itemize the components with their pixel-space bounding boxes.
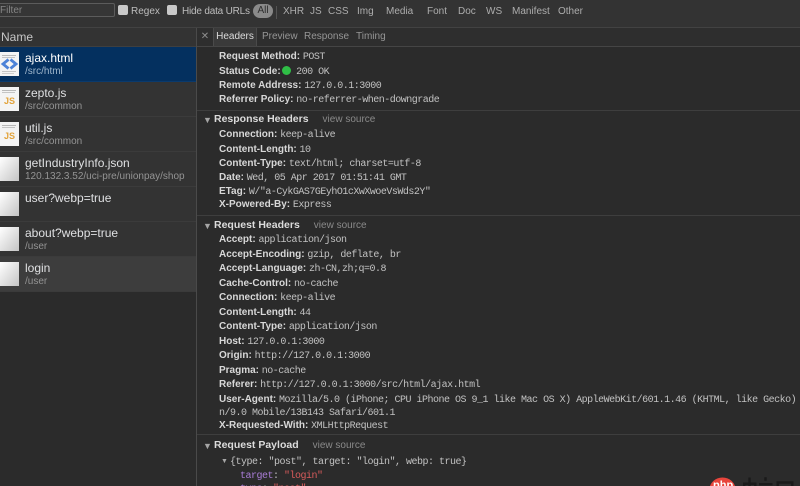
svg-text:JS: JS: [4, 96, 15, 106]
svg-text:JS: JS: [4, 131, 15, 141]
svg-text:php: php: [713, 480, 733, 486]
